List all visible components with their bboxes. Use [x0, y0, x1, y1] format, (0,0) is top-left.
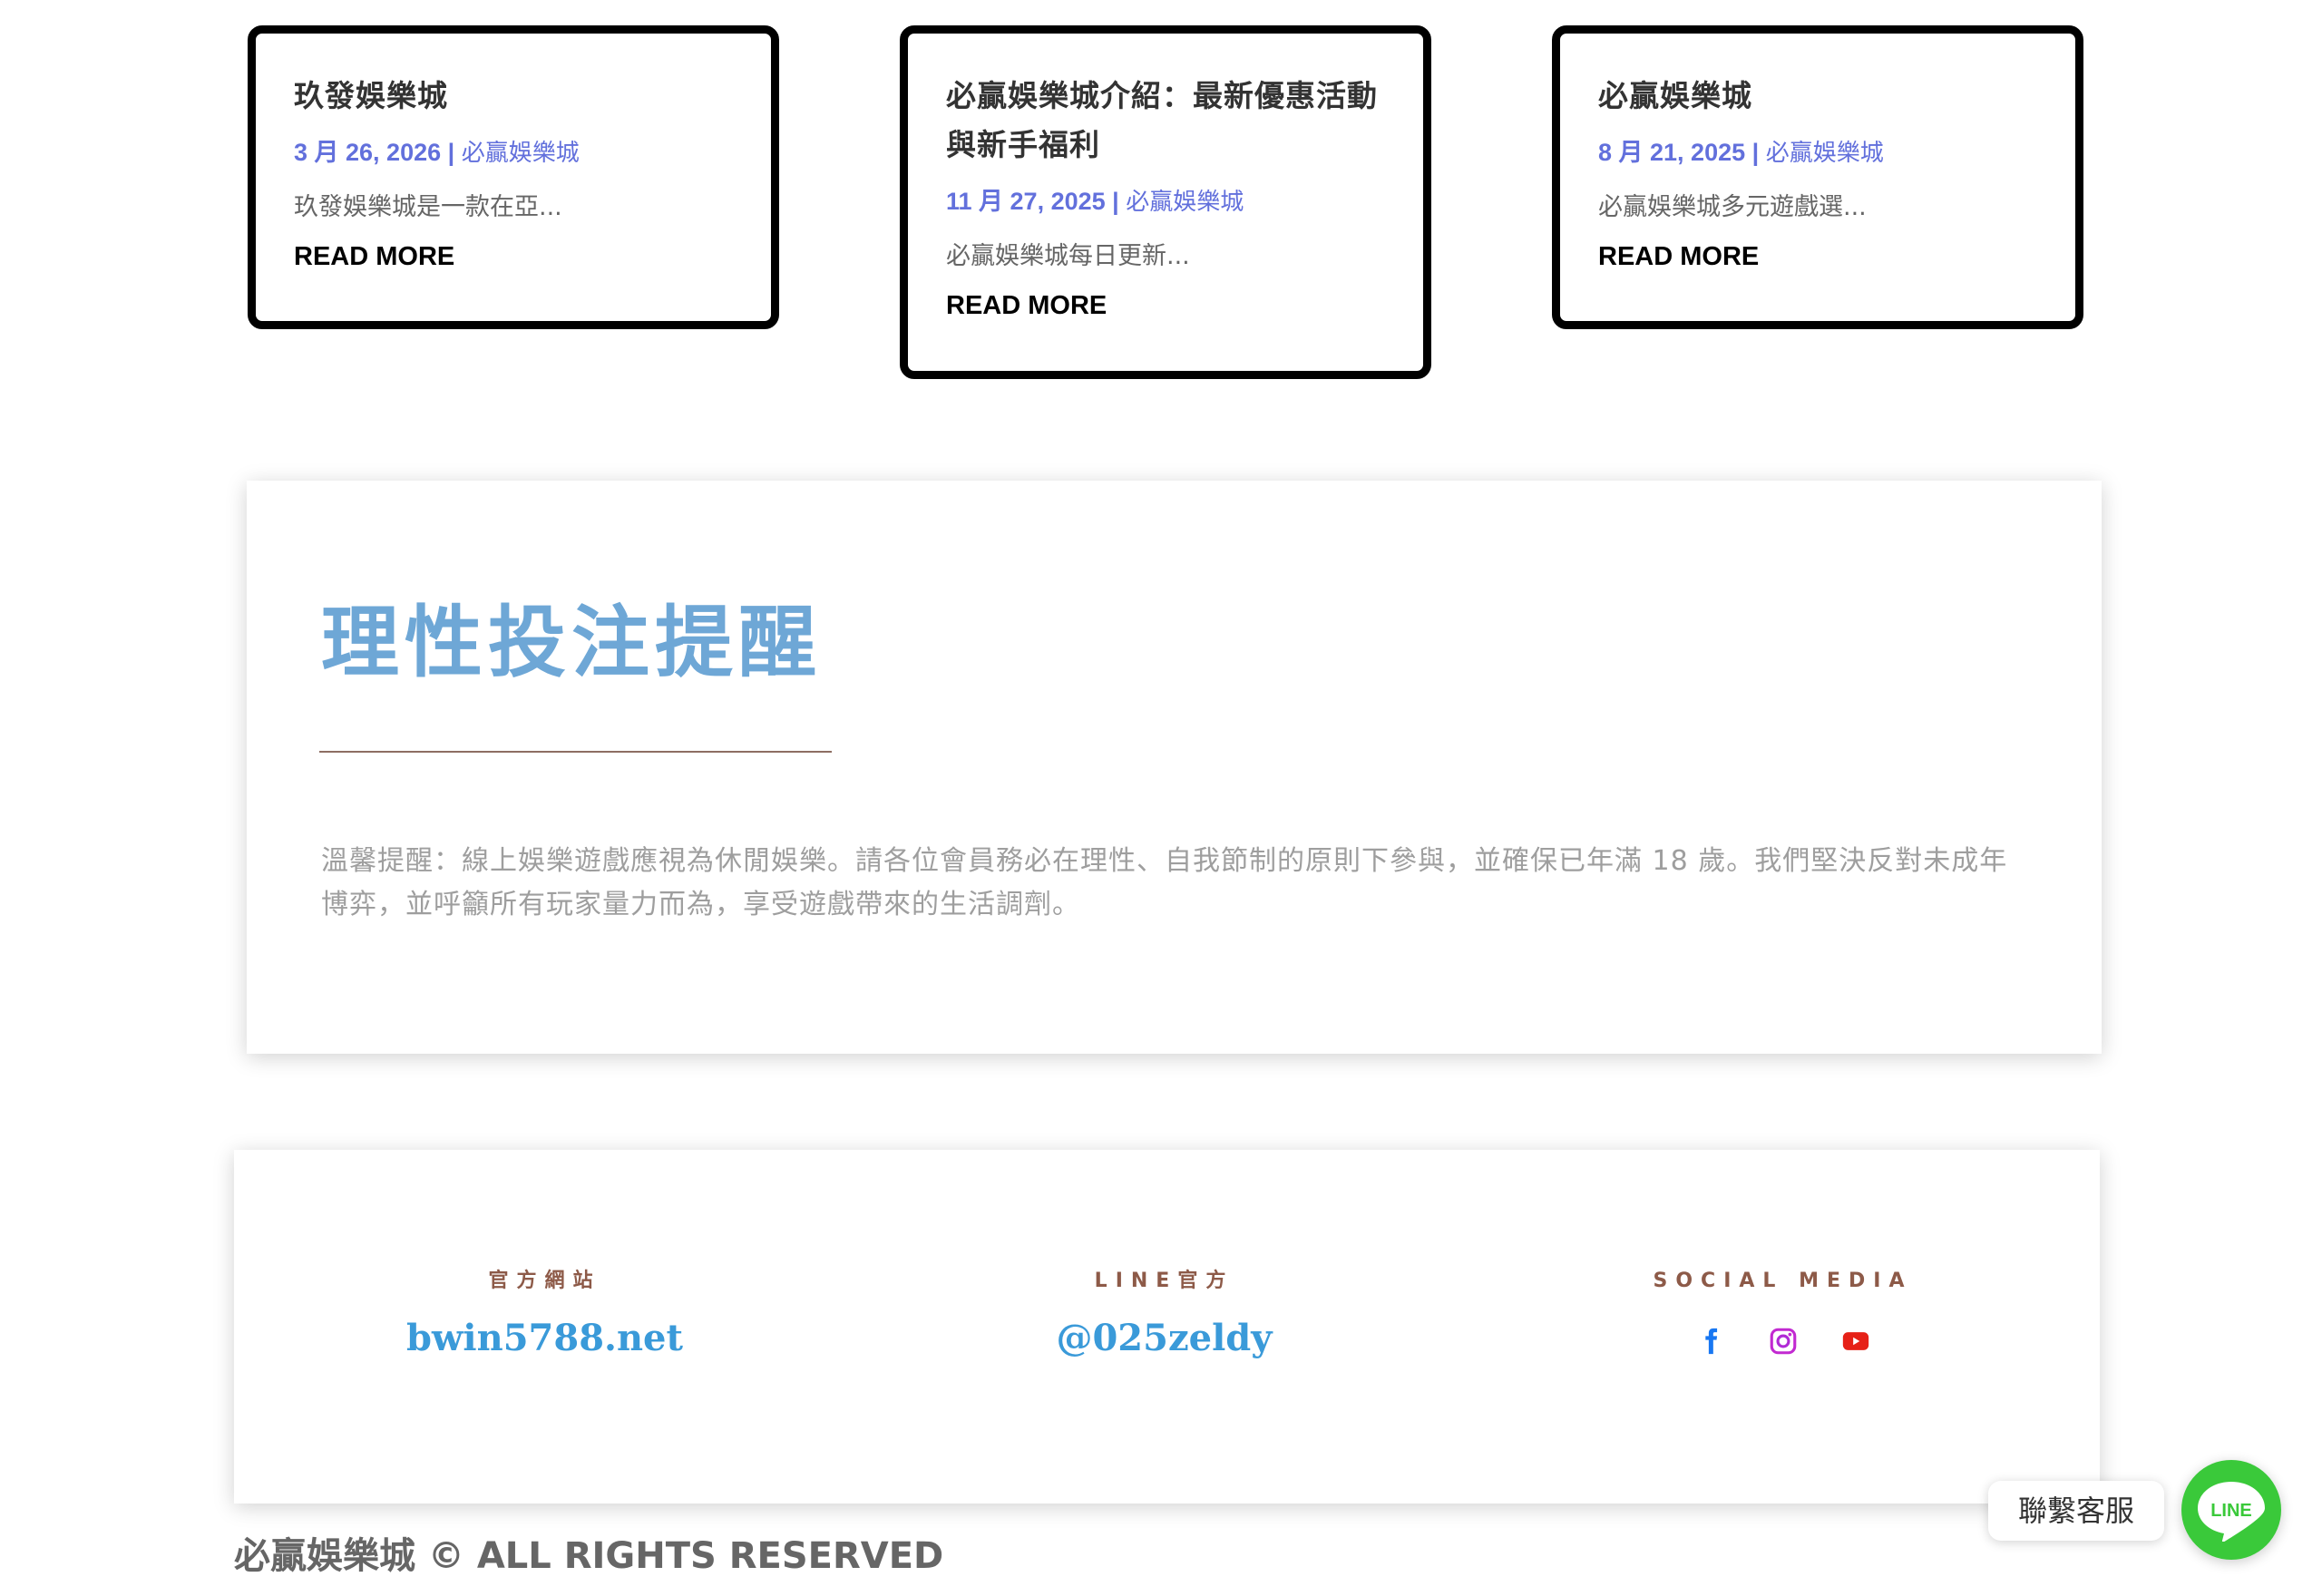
- post-title[interactable]: 必贏娛樂城: [1598, 72, 2037, 121]
- website-link[interactable]: bwin5788.net: [406, 1317, 683, 1359]
- meta-separator: |: [1105, 188, 1127, 215]
- post-meta: 11 月 27, 2025 | 必贏娛樂城: [946, 186, 1385, 218]
- read-more-link[interactable]: READ MORE: [946, 290, 1107, 321]
- line-id-link[interactable]: @025zeldy: [1056, 1317, 1272, 1359]
- meta-separator: |: [441, 139, 462, 166]
- notice-title: 理性投注提醒: [321, 598, 822, 688]
- youtube-icon[interactable]: [1840, 1326, 1871, 1357]
- contact-support-label[interactable]: 聯繫客服: [1988, 1481, 2164, 1541]
- meta-separator: |: [1745, 139, 1766, 166]
- post-excerpt: 必贏娛樂城每日更新...: [946, 242, 1190, 270]
- post-category-link[interactable]: 必贏娛樂城: [1126, 189, 1244, 216]
- post-title[interactable]: 必贏娛樂城介紹：最新優惠活動與新手福利: [946, 72, 1385, 170]
- line-icon: LINE: [2198, 1482, 2265, 1542]
- copyright-text: 必贏娛樂城 © ALL RIGHTS RESERVED: [234, 1535, 944, 1577]
- responsible-gambling-notice: 理性投注提醒 溫馨提醒：線上娛樂遊戲應視為休閒娛樂。請各位會員務必在理性、自我節…: [247, 481, 2102, 1054]
- post-date: 11 月 27, 2025: [946, 188, 1106, 215]
- post-card: 必贏娛樂城 8 月 21, 2025 | 必贏娛樂城 必贏娛樂城多元遊戲選...…: [1552, 25, 2083, 329]
- svg-text:LINE: LINE: [2210, 1501, 2252, 1521]
- website-label: 官方網站: [488, 1270, 601, 1292]
- post-date: 8 月 21, 2025: [1598, 139, 1746, 166]
- read-more-link[interactable]: READ MORE: [294, 241, 454, 272]
- post-excerpt: 必贏娛樂城多元遊戲選...: [1598, 193, 1867, 221]
- social-icons: [1472, 1326, 2093, 1357]
- website-column: 官方網站 bwin5788.net: [234, 1268, 855, 1359]
- social-media-label: SOCIAL MEDIA: [1653, 1270, 1913, 1292]
- divider: [319, 751, 832, 753]
- post-meta: 8 月 21, 2025 | 必贏娛樂城: [1598, 137, 2037, 169]
- line-column: LINE官方 @025zeldy: [854, 1268, 1475, 1359]
- post-card: 必贏娛樂城介紹：最新優惠活動與新手福利 11 月 27, 2025 | 必贏娛樂…: [900, 25, 1431, 379]
- read-more-link[interactable]: READ MORE: [1598, 241, 1759, 272]
- post-category-link[interactable]: 必贏娛樂城: [462, 140, 580, 167]
- post-meta: 3 月 26, 2026 | 必贏娛樂城: [294, 137, 733, 169]
- post-card: 玖發娛樂城 3 月 26, 2026 | 必贏娛樂城 玖發娛樂城是一款在亞...…: [248, 25, 779, 329]
- post-date: 3 月 26, 2026: [294, 139, 442, 166]
- post-category-link[interactable]: 必贏娛樂城: [1766, 140, 1884, 167]
- post-excerpt: 玖發娛樂城是一款在亞...: [294, 193, 562, 221]
- social-column: SOCIAL MEDIA: [1472, 1268, 2093, 1357]
- notice-text: 溫馨提醒：線上娛樂遊戲應視為休閒娛樂。請各位會員務必在理性、自我節制的原則下參與…: [321, 845, 2008, 920]
- post-title[interactable]: 玖發娛樂城: [294, 72, 733, 121]
- line-official-label: LINE官方: [1094, 1270, 1234, 1292]
- contact-footer: 官方網站 bwin5788.net LINE官方 @025zeldy SOCIA…: [234, 1150, 2100, 1504]
- instagram-icon[interactable]: [1768, 1326, 1799, 1357]
- facebook-icon[interactable]: [1695, 1326, 1726, 1357]
- line-chat-button[interactable]: LINE: [2181, 1460, 2281, 1560]
